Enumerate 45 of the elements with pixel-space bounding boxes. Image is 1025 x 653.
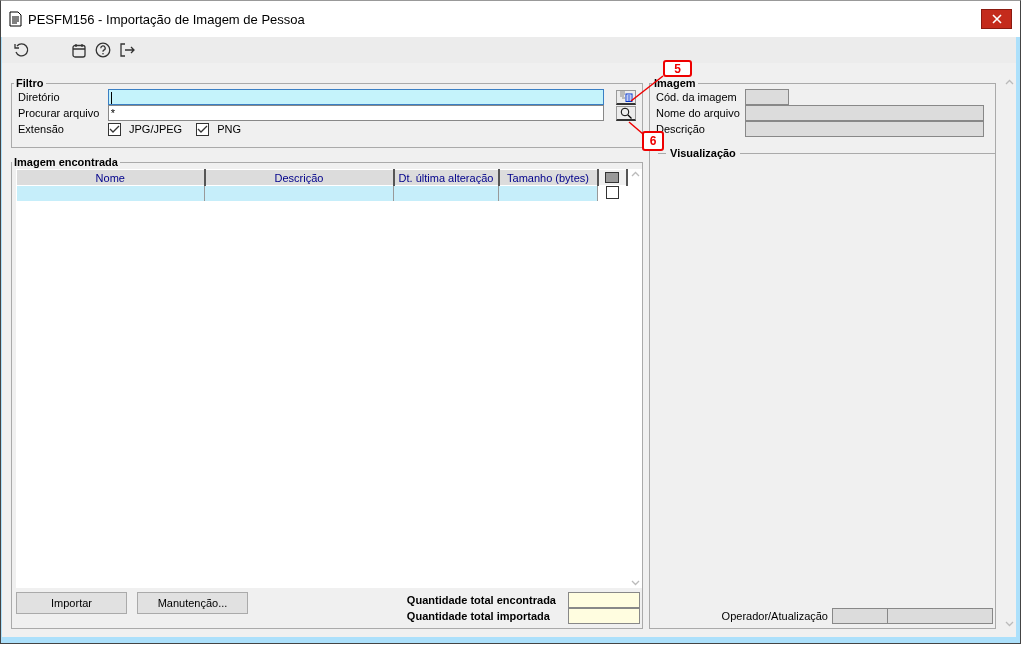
callout-badge: 6	[642, 131, 664, 151]
total-label: Quantidade total importada	[406, 610, 551, 622]
callout-badge: 5	[663, 60, 692, 77]
checkbox-label: JPG/JPEG	[129, 123, 183, 135]
panel-title: Filtro	[15, 77, 45, 89]
search-icon	[620, 106, 632, 119]
field-label: Extensão	[18, 123, 65, 135]
column-header[interactable]: Nome	[16, 169, 205, 186]
documents-icon	[619, 91, 633, 102]
checkbox[interactable]	[108, 122, 121, 136]
column-header[interactable]: Dt. última alteração	[393, 169, 499, 186]
readonly-field	[832, 608, 888, 624]
search-button[interactable]	[616, 105, 636, 121]
close-button[interactable]	[981, 9, 1012, 29]
checkbox[interactable]	[196, 122, 210, 136]
field-label: Operador/Atualização	[721, 610, 828, 622]
window-title: PESFM156 - Importação de Imagem de Pessoa	[28, 11, 305, 27]
checkbox-label: PNG	[217, 123, 242, 135]
browse-folder-button[interactable]	[616, 89, 636, 105]
panel-title: Imagem encontrada	[13, 156, 119, 168]
readonly-field	[745, 89, 789, 105]
action-button[interactable]: Manutenção...	[137, 592, 248, 614]
field-label: Nome do arquivo	[656, 107, 741, 119]
undo-icon[interactable]	[12, 41, 30, 59]
calendar-icon[interactable]	[70, 41, 88, 59]
help-icon[interactable]	[94, 41, 112, 59]
close-icon	[991, 14, 1002, 24]
file-search-field[interactable]: *	[107, 105, 605, 121]
row-checkbox[interactable]	[605, 186, 619, 200]
field-label: Procurar arquivo	[18, 107, 101, 119]
directory-field[interactable]	[107, 89, 605, 105]
column-header[interactable]: Tamanho (bytes)	[498, 169, 598, 186]
total-field	[568, 592, 640, 608]
document-icon	[9, 11, 22, 27]
action-button[interactable]: Importar	[16, 592, 127, 614]
column-header[interactable]: Descrição	[204, 169, 394, 186]
panel-title: Imagem	[653, 77, 697, 89]
total-field	[568, 608, 640, 624]
section-title: Visualização	[670, 147, 736, 159]
leader-line	[628, 121, 644, 135]
select-all-icon[interactable]	[605, 172, 619, 183]
field-label: Cód. da imagem	[656, 91, 738, 103]
total-label: Quantidade total encontrada	[406, 594, 556, 606]
exit-icon[interactable]	[118, 41, 136, 59]
field-label: Diretório	[18, 91, 61, 103]
